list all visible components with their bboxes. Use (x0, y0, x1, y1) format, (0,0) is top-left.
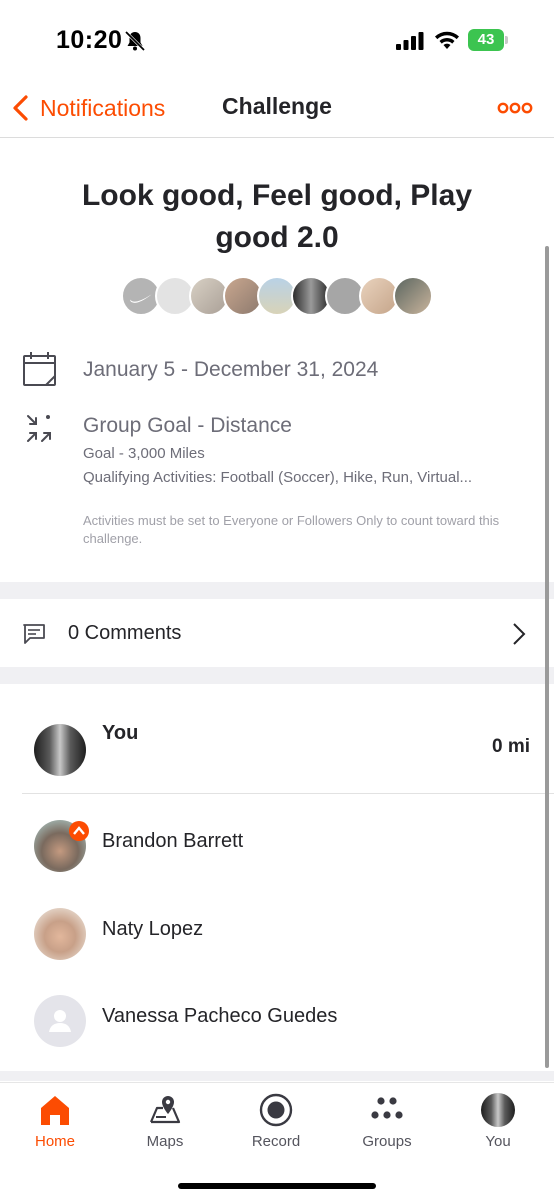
swoosh-logo-icon (130, 294, 152, 303)
tab-label: Record (251, 1133, 301, 1150)
visibility-disclaimer: Activities must be set to Everyone or Fo… (83, 513, 500, 546)
challenge-content[interactable]: Look good, Feel good, Play good 2.0 Janu… (0, 139, 554, 1081)
comment-icon (23, 624, 45, 644)
wifi-icon (435, 31, 459, 49)
section-divider (0, 1071, 554, 1081)
map-icon (149, 1096, 181, 1124)
leaderboard-name: Vanessa Pacheco Guedes (102, 1005, 338, 1027)
leaderboard-name: Brandon Barrett (102, 830, 244, 852)
more-horizontal-icon[interactable] (497, 100, 533, 116)
challenge-dates: January 5 - December 31, 2024 (83, 358, 379, 381)
status-bar: 10:20 43 (0, 0, 554, 80)
calendar-icon (23, 352, 56, 386)
participant-avatar[interactable] (393, 276, 433, 316)
groups-icon (371, 1097, 403, 1119)
page-title: Challenge (222, 93, 332, 119)
tab-bar: Home Maps Record Groups You (0, 1082, 554, 1200)
section-divider (0, 582, 554, 599)
tab-label: You (485, 1133, 511, 1150)
goal-target: Goal - 3,000 Miles (83, 445, 205, 462)
nav-bar: Notifications Challenge (0, 80, 554, 138)
profile-avatar (481, 1093, 515, 1127)
status-time: 10:20 (56, 26, 123, 54)
comments-count: 0 Comments (68, 622, 182, 644)
challenge-title: Look good, Feel good, Play good 2.0 (81, 179, 472, 254)
user-avatar (34, 724, 86, 776)
home-indicator (178, 1183, 376, 1189)
tab-you[interactable]: You (443, 1083, 553, 1163)
battery-icon: 43 (468, 29, 508, 51)
scrollbar[interactable] (545, 246, 549, 1068)
subscriber-badge-icon (69, 821, 89, 841)
comments-row[interactable]: 0 Comments (0, 599, 554, 667)
tab-record[interactable]: Record (221, 1083, 331, 1163)
leaderboard-row[interactable]: Naty Lopez (0, 894, 554, 974)
participant-avatars[interactable] (121, 276, 441, 318)
tab-maps[interactable]: Maps (110, 1083, 220, 1163)
record-icon (259, 1093, 293, 1127)
leaderboard-row[interactable]: Vanessa Pacheco Guedes (0, 981, 554, 1061)
row-divider (22, 793, 554, 794)
user-avatar (34, 908, 86, 960)
bell-muted-icon (124, 30, 146, 52)
battery-level: 43 (468, 29, 504, 51)
home-icon (41, 1096, 69, 1125)
challenge-dates-row: January 5 - December 31, 2024 (0, 349, 554, 393)
goal-type: Group Goal - Distance (83, 414, 292, 437)
chevron-right-icon (513, 623, 526, 645)
default-avatar-icon (34, 995, 86, 1047)
section-divider (0, 667, 554, 684)
leaderboard-distance: 0 mi (491, 736, 530, 757)
tab-label: Groups (362, 1133, 412, 1150)
tab-label: Home (34, 1133, 75, 1150)
leaderboard-row[interactable]: Brandon Barrett (0, 806, 554, 886)
tab-label: Maps (146, 1133, 184, 1150)
qualifying-activities: Qualifying Activities: Football (Soccer)… (83, 469, 473, 486)
leaderboard-name: You (102, 722, 139, 744)
group-goal-icon (27, 415, 51, 442)
leaderboard-name: Naty Lopez (102, 918, 204, 940)
cellular-signal-icon (396, 32, 424, 50)
leaderboard-row[interactable]: You 0 mi (0, 710, 554, 790)
tab-home[interactable]: Home (0, 1083, 110, 1163)
tab-groups[interactable]: Groups (332, 1083, 442, 1163)
